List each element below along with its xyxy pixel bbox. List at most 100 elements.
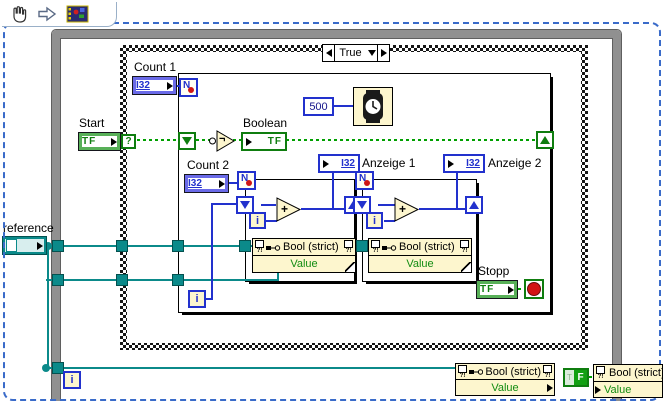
link-icon	[469, 369, 484, 375]
property-node-glyph: ?!	[460, 240, 469, 254]
value-in-icon	[595, 386, 601, 394]
wire-junction-2	[42, 364, 50, 372]
coercion-dot	[246, 180, 252, 186]
property-node-glyph: ?!	[458, 364, 467, 379]
chevron-down-icon[interactable]	[366, 45, 377, 61]
count1-type: I32	[136, 80, 150, 91]
labview-block-diagram: True Count 1 Start Boolean Count 2 Anzei…	[0, 0, 663, 401]
loop-count-terminal-outer[interactable]: N	[179, 78, 198, 97]
not-function[interactable]: ¬	[208, 128, 236, 154]
false-constant-f[interactable]: F	[574, 370, 587, 385]
not-glyph: ¬	[219, 133, 226, 145]
case-selector-terminal[interactable]: ?	[121, 134, 136, 149]
value-out-icon	[547, 383, 553, 392]
wire-wait[interactable]	[334, 105, 353, 107]
wire-reference-3[interactable]	[47, 367, 455, 369]
tunnel-case-ref1[interactable]	[116, 240, 128, 252]
wire-sr1-add[interactable]	[261, 204, 276, 206]
iteration-terminal-outer[interactable]: i	[188, 290, 206, 308]
iteration-terminal-while[interactable]: i	[63, 371, 81, 389]
wire-boolean-to-sr[interactable]	[286, 139, 537, 141]
boolean-in-icon	[246, 137, 252, 146]
corner-fold-icon	[461, 262, 471, 272]
anzeige2-in-icon	[448, 159, 454, 168]
add-icon	[276, 197, 302, 222]
stopp-out-icon	[508, 285, 514, 294]
boolean-type: TF	[267, 136, 282, 147]
tunnel-forouter-ref1[interactable]	[172, 240, 184, 252]
case-prev-icon[interactable]	[323, 45, 335, 61]
count2-out-icon	[219, 179, 225, 188]
wire-add1-out[interactable]	[301, 208, 345, 210]
reference-out-icon	[37, 241, 43, 250]
operate-tool-icon[interactable]	[8, 4, 28, 24]
wire-reference-2b[interactable]	[277, 272, 279, 281]
wire-add2-out[interactable]	[419, 208, 466, 210]
false-constant[interactable]: T F	[563, 368, 589, 387]
property-node-1[interactable]: ?! Bool (strict) ?! Value	[252, 238, 356, 273]
count1-terminal[interactable]: I32	[132, 76, 177, 95]
wire-i-v[interactable]	[211, 203, 213, 300]
tunnel-loop1-ref[interactable]	[239, 240, 251, 252]
anzeige2-label: Anzeige 2	[488, 156, 542, 170]
property-node-4[interactable]: ?! Bool (strict) Value	[593, 364, 663, 398]
loop-count-terminal-2[interactable]: N	[355, 171, 374, 190]
loop-count-terminal-1[interactable]: N	[237, 171, 256, 190]
count1-out-icon	[167, 81, 173, 90]
wire-anzeige2[interactable]	[456, 172, 458, 209]
tunnel-while-ref1[interactable]	[52, 240, 64, 252]
wait-ms-function[interactable]	[353, 87, 393, 126]
tunnel-while-ref2[interactable]	[52, 274, 64, 286]
start-out-icon	[111, 137, 117, 146]
count1-label: Count 1	[134, 60, 177, 74]
anzeige1-in-icon	[323, 159, 329, 168]
coercion-dot	[364, 180, 370, 186]
add-icon	[394, 197, 420, 222]
wire-reference-2[interactable]	[46, 279, 279, 281]
refnum-icon	[6, 239, 17, 252]
tunnel-case-ref2[interactable]	[116, 274, 128, 286]
property-node-glyph: ?!	[543, 364, 552, 379]
anzeige2-terminal[interactable]: I32	[443, 154, 485, 173]
count2-terminal[interactable]: I32	[184, 174, 229, 193]
property-node-glyph: ?!	[344, 240, 353, 254]
start-type: TF	[82, 136, 97, 147]
link-icon	[382, 244, 397, 251]
snippet-tool-icon[interactable]	[66, 4, 90, 24]
iteration-terminal-2[interactable]: i	[366, 212, 383, 229]
count2-label: Count 2	[187, 158, 230, 172]
boolean-terminal[interactable]: TF	[241, 132, 287, 151]
shift-register-right-2[interactable]	[465, 196, 483, 214]
wait-ms-constant[interactable]: 500	[303, 97, 334, 116]
iteration-terminal-1[interactable]: i	[249, 212, 266, 229]
shift-register-left-bool[interactable]	[178, 132, 196, 150]
tunnel-forouter-ref2[interactable]	[172, 274, 184, 286]
add-function-2[interactable]: +	[393, 196, 420, 223]
reference-terminal[interactable]	[2, 236, 47, 255]
reference-label: reference	[3, 221, 54, 235]
wire-anzeige1[interactable]	[332, 172, 334, 209]
property-node-3[interactable]: ?! Bool (strict) ?! Value	[455, 363, 555, 396]
shift-register-right-bool[interactable]	[536, 131, 554, 149]
position-tool-icon[interactable]	[37, 5, 57, 23]
stopp-terminal[interactable]: TF	[476, 280, 518, 299]
case-selector[interactable]: True	[322, 44, 390, 62]
boolean-label: Boolean	[243, 116, 288, 130]
anzeige1-label: Anzeige 1	[362, 156, 416, 170]
link-icon	[266, 244, 281, 251]
corner-fold-icon	[345, 262, 355, 272]
case-next-icon[interactable]	[377, 45, 389, 61]
case-selector-value[interactable]: True	[335, 47, 366, 59]
tunnel-loop2-ref[interactable]	[356, 240, 368, 252]
wait-clock-icon	[363, 90, 383, 123]
anzeige1-terminal[interactable]: I32	[318, 154, 360, 173]
loop-condition-terminal[interactable]	[524, 279, 544, 299]
property-node-glyph: ?!	[596, 366, 605, 380]
false-constant-t: T	[565, 370, 574, 385]
tools-palette	[2, 2, 117, 27]
add-function-1[interactable]: +	[275, 196, 302, 223]
count2-type: I32	[188, 178, 202, 189]
start-terminal[interactable]: TF	[78, 132, 121, 151]
wire-reference-v[interactable]	[47, 245, 49, 369]
property-node-2[interactable]: ?! Bool (strict) ?! Value	[368, 238, 472, 273]
